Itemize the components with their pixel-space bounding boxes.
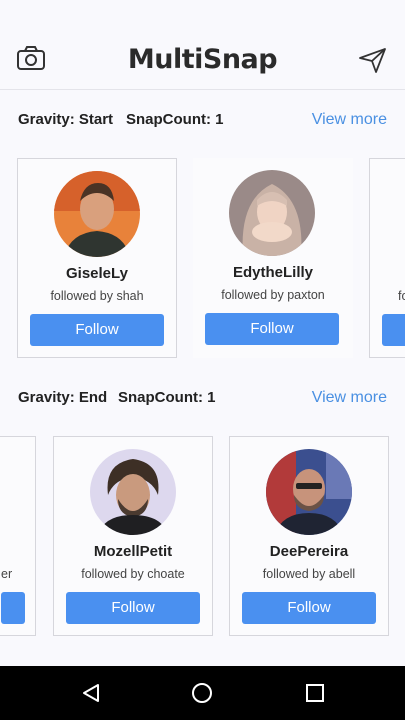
system-nav-bar [0, 666, 405, 720]
follow-button[interactable]: Follow [66, 592, 200, 624]
user-name: GiseleLy [66, 265, 128, 282]
user-card-partial[interactable]: fo [369, 158, 405, 358]
view-more-link[interactable]: View more [312, 111, 387, 129]
gravity-label: Gravity: Start [18, 111, 114, 128]
avatar [229, 170, 315, 256]
user-name: MozellPetit [93, 543, 173, 560]
follow-button[interactable]: Follow [30, 314, 164, 346]
avatar [266, 449, 352, 535]
user-card[interactable]: EdytheLilly followed by paxton Follow [193, 158, 353, 358]
followed-by-text: followed by abell [262, 567, 356, 581]
user-card[interactable]: GiseleLy followed by shah Follow [17, 158, 177, 358]
followed-by-text: fo [398, 289, 405, 303]
follow-button[interactable]: Follow [205, 313, 339, 345]
section-header-end: Gravity: End SnapCount: 1 View more [18, 389, 387, 413]
view-more-link[interactable]: View more [312, 389, 387, 407]
snapcount-label: SnapCount: 1 [118, 389, 216, 406]
follow-button[interactable] [1, 592, 25, 624]
followed-by-text: followed by paxton [221, 288, 325, 302]
app-title: MultiSnap [127, 44, 278, 75]
carousel-end[interactable]: er MozellPetit followed by choate Follow [0, 436, 405, 646]
gravity-label: Gravity: End [18, 389, 108, 406]
user-name: DeePereira [269, 543, 349, 560]
nav-back-icon[interactable] [80, 682, 102, 704]
user-card[interactable]: DeePereira followed by abell Follow [229, 436, 389, 636]
section-header-start: Gravity: Start SnapCount: 1 View more [18, 111, 387, 135]
follow-button[interactable] [382, 314, 405, 346]
app-bar: MultiSnap [0, 0, 405, 90]
nav-home-icon[interactable] [191, 682, 213, 704]
followed-by-text: followed by shah [50, 289, 144, 303]
user-name: EdytheLilly [232, 264, 314, 281]
carousel-start[interactable]: GiseleLy followed by shah Follow EdytheL… [0, 158, 405, 368]
followed-by-text: er [1, 567, 13, 581]
user-card-partial[interactable]: er [0, 436, 36, 636]
send-icon[interactable] [358, 47, 388, 73]
avatar [54, 171, 140, 257]
avatar [90, 449, 176, 535]
user-card[interactable]: MozellPetit followed by choate Follow [53, 436, 213, 636]
nav-recents-icon[interactable] [305, 683, 325, 703]
follow-button[interactable]: Follow [242, 592, 376, 624]
snapcount-label: SnapCount: 1 [126, 111, 224, 128]
followed-by-text: followed by choate [81, 567, 185, 581]
